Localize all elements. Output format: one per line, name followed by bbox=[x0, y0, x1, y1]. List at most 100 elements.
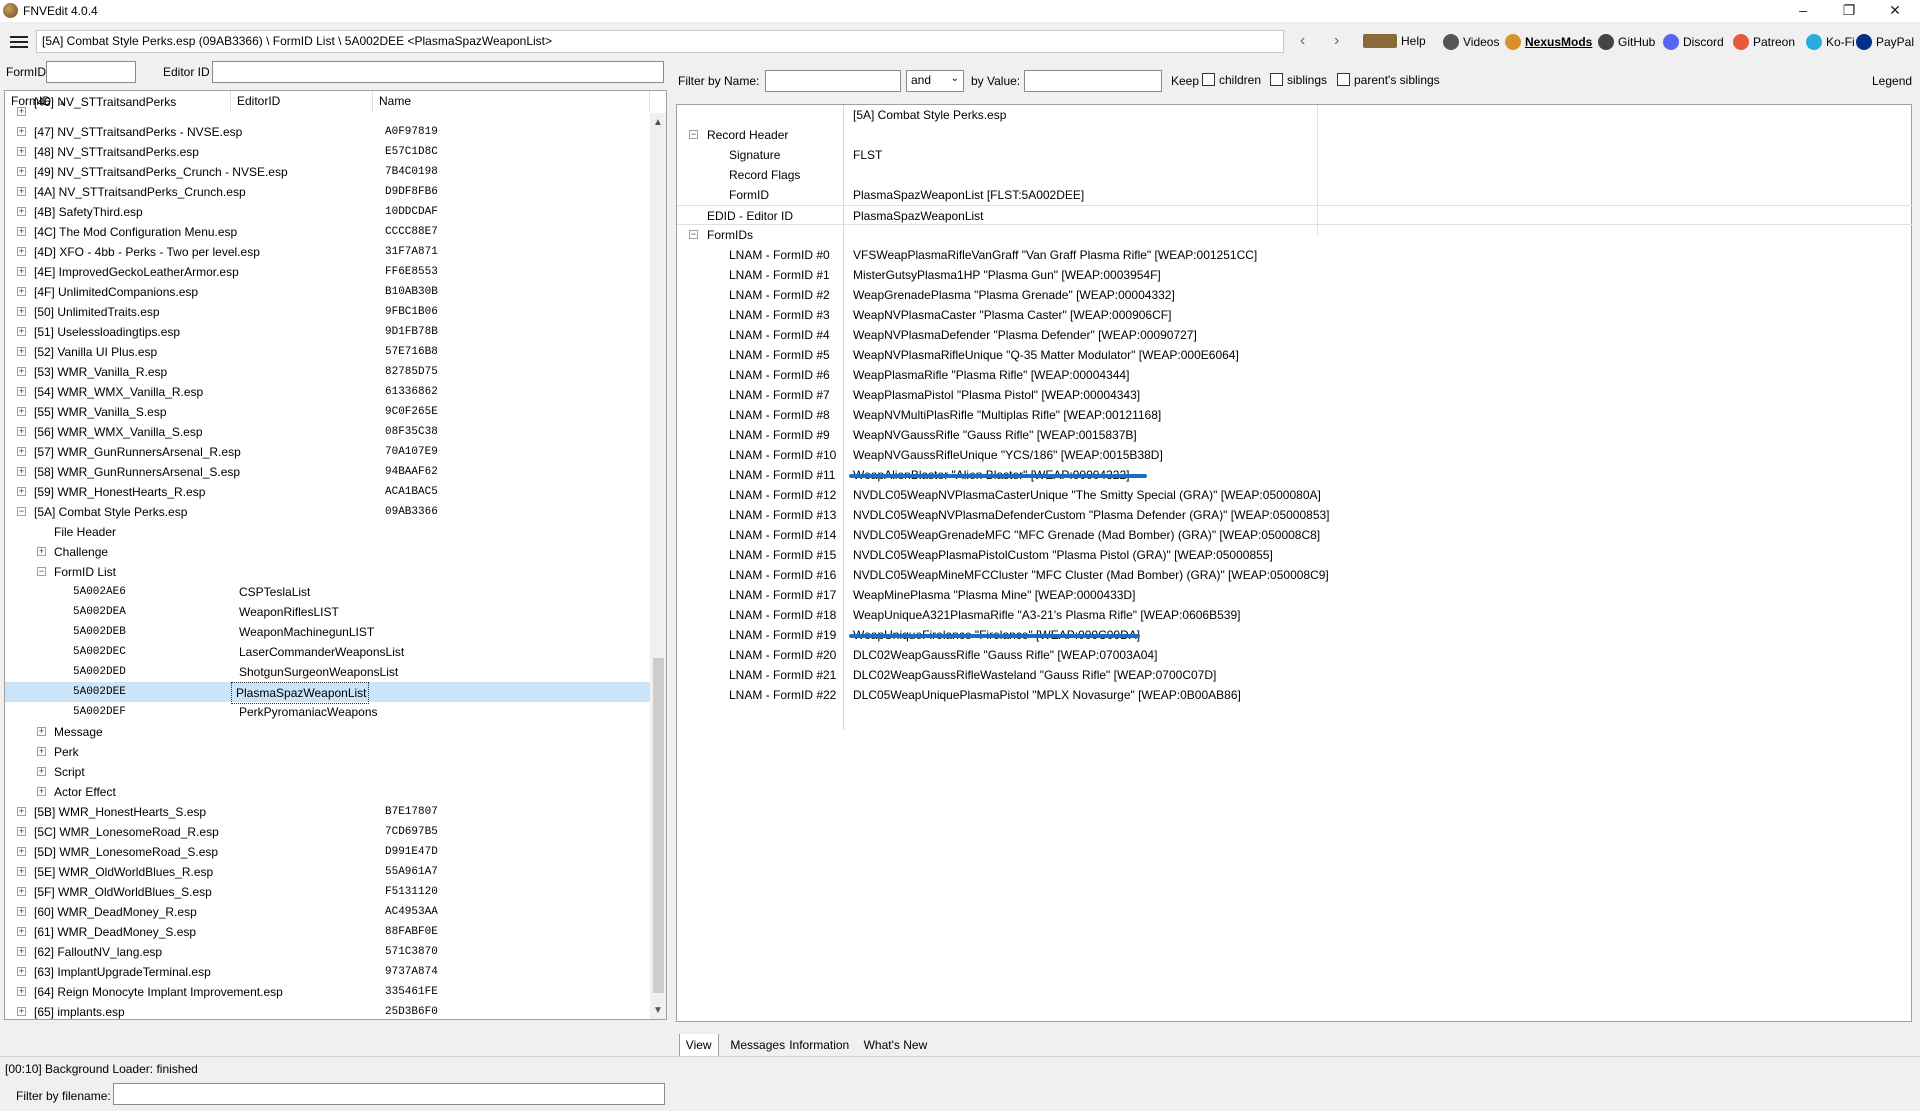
record-field-row[interactable]: LNAM - FormID #9 WeapNVGaussRifle "Gauss … bbox=[677, 425, 1913, 445]
record-field-row[interactable]: LNAM - FormID #17 WeapMinePlasma "Plasma … bbox=[677, 585, 1913, 605]
record-field-row[interactable]: FormID PlasmaSpazWeaponList [FLST:5A002DE… bbox=[677, 185, 1913, 205]
expand-icon[interactable]: + bbox=[17, 327, 26, 336]
record-field-row[interactable]: − Record Header bbox=[677, 125, 1913, 145]
toolbar-link-help[interactable]: Help bbox=[1363, 34, 1426, 48]
record-field-row[interactable]: LNAM - FormID #7 WeapPlasmaPistol "Plasma… bbox=[677, 385, 1913, 405]
tree-record-row[interactable]: 5A002DEF PerkPyromaniacWeapons bbox=[5, 702, 651, 722]
expand-icon[interactable]: + bbox=[17, 807, 26, 816]
record-field-row[interactable]: LNAM - FormID #6 WeapPlasmaRifle "Plasma … bbox=[677, 365, 1913, 385]
close-button[interactable]: ✕ bbox=[1872, 0, 1918, 22]
expand-icon[interactable]: + bbox=[17, 267, 26, 276]
tree-plugin-row[interactable]: + [47] NV_STTraitsandPerks - NVSE.esp A0F9… bbox=[5, 122, 651, 142]
keep-parents-siblings-checkbox[interactable]: parent's siblings bbox=[1337, 73, 1440, 87]
tree-group-row[interactable]: − FormID List bbox=[5, 562, 651, 582]
tree-plugin-row[interactable]: + [4D] XFO - 4bb - Perks - Two per level.… bbox=[5, 242, 651, 262]
tree-plugin-row[interactable]: − [5A] Combat Style Perks.esp 09AB3366 bbox=[5, 502, 651, 522]
tree-plugin-row[interactable]: + [64] Reign Monocyte Implant Improvement… bbox=[5, 982, 651, 1002]
record-field-row[interactable]: LNAM - FormID #11WeapAlienBlaster "Alien… bbox=[677, 465, 1913, 485]
tree-plugin-row[interactable]: + [52] Vanilla UI Plus.esp 57E716B8 bbox=[5, 342, 651, 362]
scroll-down-icon[interactable]: ▼ bbox=[653, 1005, 663, 1016]
keep-siblings-checkbox[interactable]: siblings bbox=[1270, 73, 1327, 87]
expand-icon[interactable]: + bbox=[17, 407, 26, 416]
tree-plugin-row[interactable]: + [5B] WMR_HonestHearts_S.esp B7E17807 bbox=[5, 802, 651, 822]
tab-messages[interactable]: Messages bbox=[724, 1034, 791, 1056]
toolbar-link-patreon[interactable]: Patreon bbox=[1733, 34, 1795, 50]
expand-icon[interactable]: + bbox=[17, 887, 26, 896]
tree-plugin-row[interactable]: + [58] WMR_GunRunnersArsenal_S.esp 94BAAF6… bbox=[5, 462, 651, 482]
collapse-icon[interactable]: − bbox=[689, 130, 698, 139]
expand-icon[interactable]: + bbox=[17, 427, 26, 436]
tree-plugin-row[interactable]: + [63] ImplantUpgradeTerminal.esp 9737A874 bbox=[5, 962, 651, 982]
tree-plugin-row[interactable]: + [59] WMR_HonestHearts_R.esp ACA1BAC5 bbox=[5, 482, 651, 502]
tree-plugin-row[interactable]: + [5D] WMR_LonesomeRoad_S.esp D991E47D bbox=[5, 842, 651, 862]
collapse-icon[interactable]: − bbox=[689, 230, 698, 239]
tree-record-row[interactable]: 5A002DEA WeaponRiflesLIST bbox=[5, 602, 651, 622]
expand-icon[interactable]: + bbox=[17, 1007, 26, 1016]
record-field-row[interactable]: EDID - Editor ID PlasmaSpazWeaponList bbox=[677, 205, 1913, 225]
tree-record-row[interactable]: 5A002DEE PlasmaSpazWeaponList bbox=[5, 682, 651, 704]
collapse-icon[interactable]: − bbox=[17, 507, 26, 516]
maximize-button[interactable]: ❐ bbox=[1826, 0, 1872, 22]
filter-filename-input[interactable] bbox=[113, 1083, 665, 1105]
tree-plugin-row[interactable]: + [5F] WMR_OldWorldBlues_S.esp F5131120 bbox=[5, 882, 651, 902]
record-field-row[interactable]: LNAM - FormID #22 DLC05WeapUniquePlasmaPi… bbox=[677, 685, 1913, 705]
formid-input[interactable] bbox=[46, 61, 136, 83]
tree-plugin-row[interactable]: + [46] NV_STTraitsandPerks bbox=[5, 95, 651, 122]
expand-icon[interactable]: + bbox=[17, 987, 26, 996]
expand-icon[interactable]: + bbox=[17, 927, 26, 936]
tab-what-s-new[interactable]: What's New bbox=[858, 1034, 934, 1056]
tree-group-row[interactable]: + Challenge bbox=[5, 542, 651, 562]
tree-plugin-row[interactable]: + [48] NV_STTraitsandPerks.esp E57C1D8C bbox=[5, 142, 651, 162]
menu-icon[interactable] bbox=[10, 36, 28, 48]
record-field-row[interactable]: LNAM - FormID #18 WeapUniqueA321PlasmaRif… bbox=[677, 605, 1913, 625]
collapse-icon[interactable]: − bbox=[37, 567, 46, 576]
expand-icon[interactable]: + bbox=[17, 847, 26, 856]
editorid-input[interactable] bbox=[212, 61, 664, 83]
record-field-row[interactable]: LNAM - FormID #20 DLC02WeapGaussRifle "Ga… bbox=[677, 645, 1913, 665]
expand-icon[interactable]: + bbox=[17, 247, 26, 256]
tree-plugin-row[interactable]: + [65] implants.esp 25D3B6F0 bbox=[5, 1002, 651, 1019]
record-field-row[interactable]: LNAM - FormID #16 NVDLC05WeapMineMFCClust… bbox=[677, 565, 1913, 585]
expand-icon[interactable]: + bbox=[17, 947, 26, 956]
expand-icon[interactable]: + bbox=[17, 867, 26, 876]
tree-plugin-row[interactable]: + [60] WMR_DeadMoney_R.esp AC4953AA bbox=[5, 902, 651, 922]
expand-icon[interactable]: + bbox=[37, 547, 46, 556]
back-arrow-icon[interactable]: ‹ bbox=[1300, 32, 1305, 50]
record-path-field[interactable]: [5A] Combat Style Perks.esp (09AB3366) \… bbox=[36, 30, 1284, 53]
tree-group-row[interactable]: + Script bbox=[5, 762, 651, 782]
tab-view[interactable]: View bbox=[678, 1034, 719, 1057]
expand-icon[interactable]: + bbox=[17, 967, 26, 976]
record-field-row[interactable]: LNAM - FormID #8 WeapNVMultiPlasRifle "Mu… bbox=[677, 405, 1913, 425]
expand-icon[interactable]: + bbox=[17, 207, 26, 216]
minimize-button[interactable]: – bbox=[1780, 0, 1826, 22]
expand-icon[interactable]: + bbox=[17, 287, 26, 296]
expand-icon[interactable]: + bbox=[17, 167, 26, 176]
filter-name-input[interactable] bbox=[765, 70, 901, 92]
record-field-row[interactable]: LNAM - FormID #5 WeapNVPlasmaRifleUnique … bbox=[677, 345, 1913, 365]
filter-operator-select[interactable]: and ⌄ bbox=[906, 70, 964, 92]
tree-group-row[interactable]: + Perk bbox=[5, 742, 651, 762]
toolbar-link-nexusmods[interactable]: NexusMods bbox=[1505, 34, 1592, 50]
expand-icon[interactable]: + bbox=[17, 307, 26, 316]
tab-information[interactable]: Information bbox=[783, 1034, 855, 1056]
record-view-grid[interactable]: [5A] Combat Style Perks.esp − Record Head… bbox=[676, 104, 1913, 1022]
forward-arrow-icon[interactable]: › bbox=[1334, 32, 1339, 50]
record-field-row[interactable]: LNAM - FormID #3 WeapNVPlasmaCaster "Plas… bbox=[677, 305, 1913, 325]
expand-icon[interactable]: + bbox=[17, 827, 26, 836]
tree-plugin-row[interactable]: + [4C] The Mod Configuration Menu.esp CCCC… bbox=[5, 222, 651, 242]
record-field-row[interactable]: LNAM - FormID #4 WeapNVPlasmaDefender "Pl… bbox=[677, 325, 1913, 345]
tree-plugin-row[interactable]: + [4F] UnlimitedCompanions.esp B10AB30B bbox=[5, 282, 651, 302]
tree-group-row[interactable]: File Header bbox=[5, 522, 651, 542]
tree-record-row[interactable]: 5A002AE6 CSPTeslaList bbox=[5, 582, 651, 602]
expand-icon[interactable]: + bbox=[17, 107, 26, 116]
expand-icon[interactable]: + bbox=[17, 487, 26, 496]
record-field-row[interactable]: LNAM - FormID #0 VFSWeapPlasmaRifleVanGra… bbox=[677, 245, 1913, 265]
filter-value-input[interactable] bbox=[1024, 70, 1162, 92]
record-field-row[interactable]: LNAM - FormID #19WeapUniqueFirelance "Fi… bbox=[677, 625, 1913, 645]
tree-plugin-row[interactable]: + [4E] ImprovedGeckoLeatherArmor.esp FF6E8… bbox=[5, 262, 651, 282]
legend-link[interactable]: Legend bbox=[1872, 74, 1912, 88]
tree-plugin-row[interactable]: + [51] Uselessloadingtips.esp 9D1FB78B bbox=[5, 322, 651, 342]
tree-plugin-row[interactable]: + [57] WMR_GunRunnersArsenal_R.esp 70A107E… bbox=[5, 442, 651, 462]
toolbar-link-videos[interactable]: Videos bbox=[1443, 34, 1499, 50]
record-field-row[interactable]: LNAM - FormID #1 MisterGutsyPlasma1HP "Pl… bbox=[677, 265, 1913, 285]
